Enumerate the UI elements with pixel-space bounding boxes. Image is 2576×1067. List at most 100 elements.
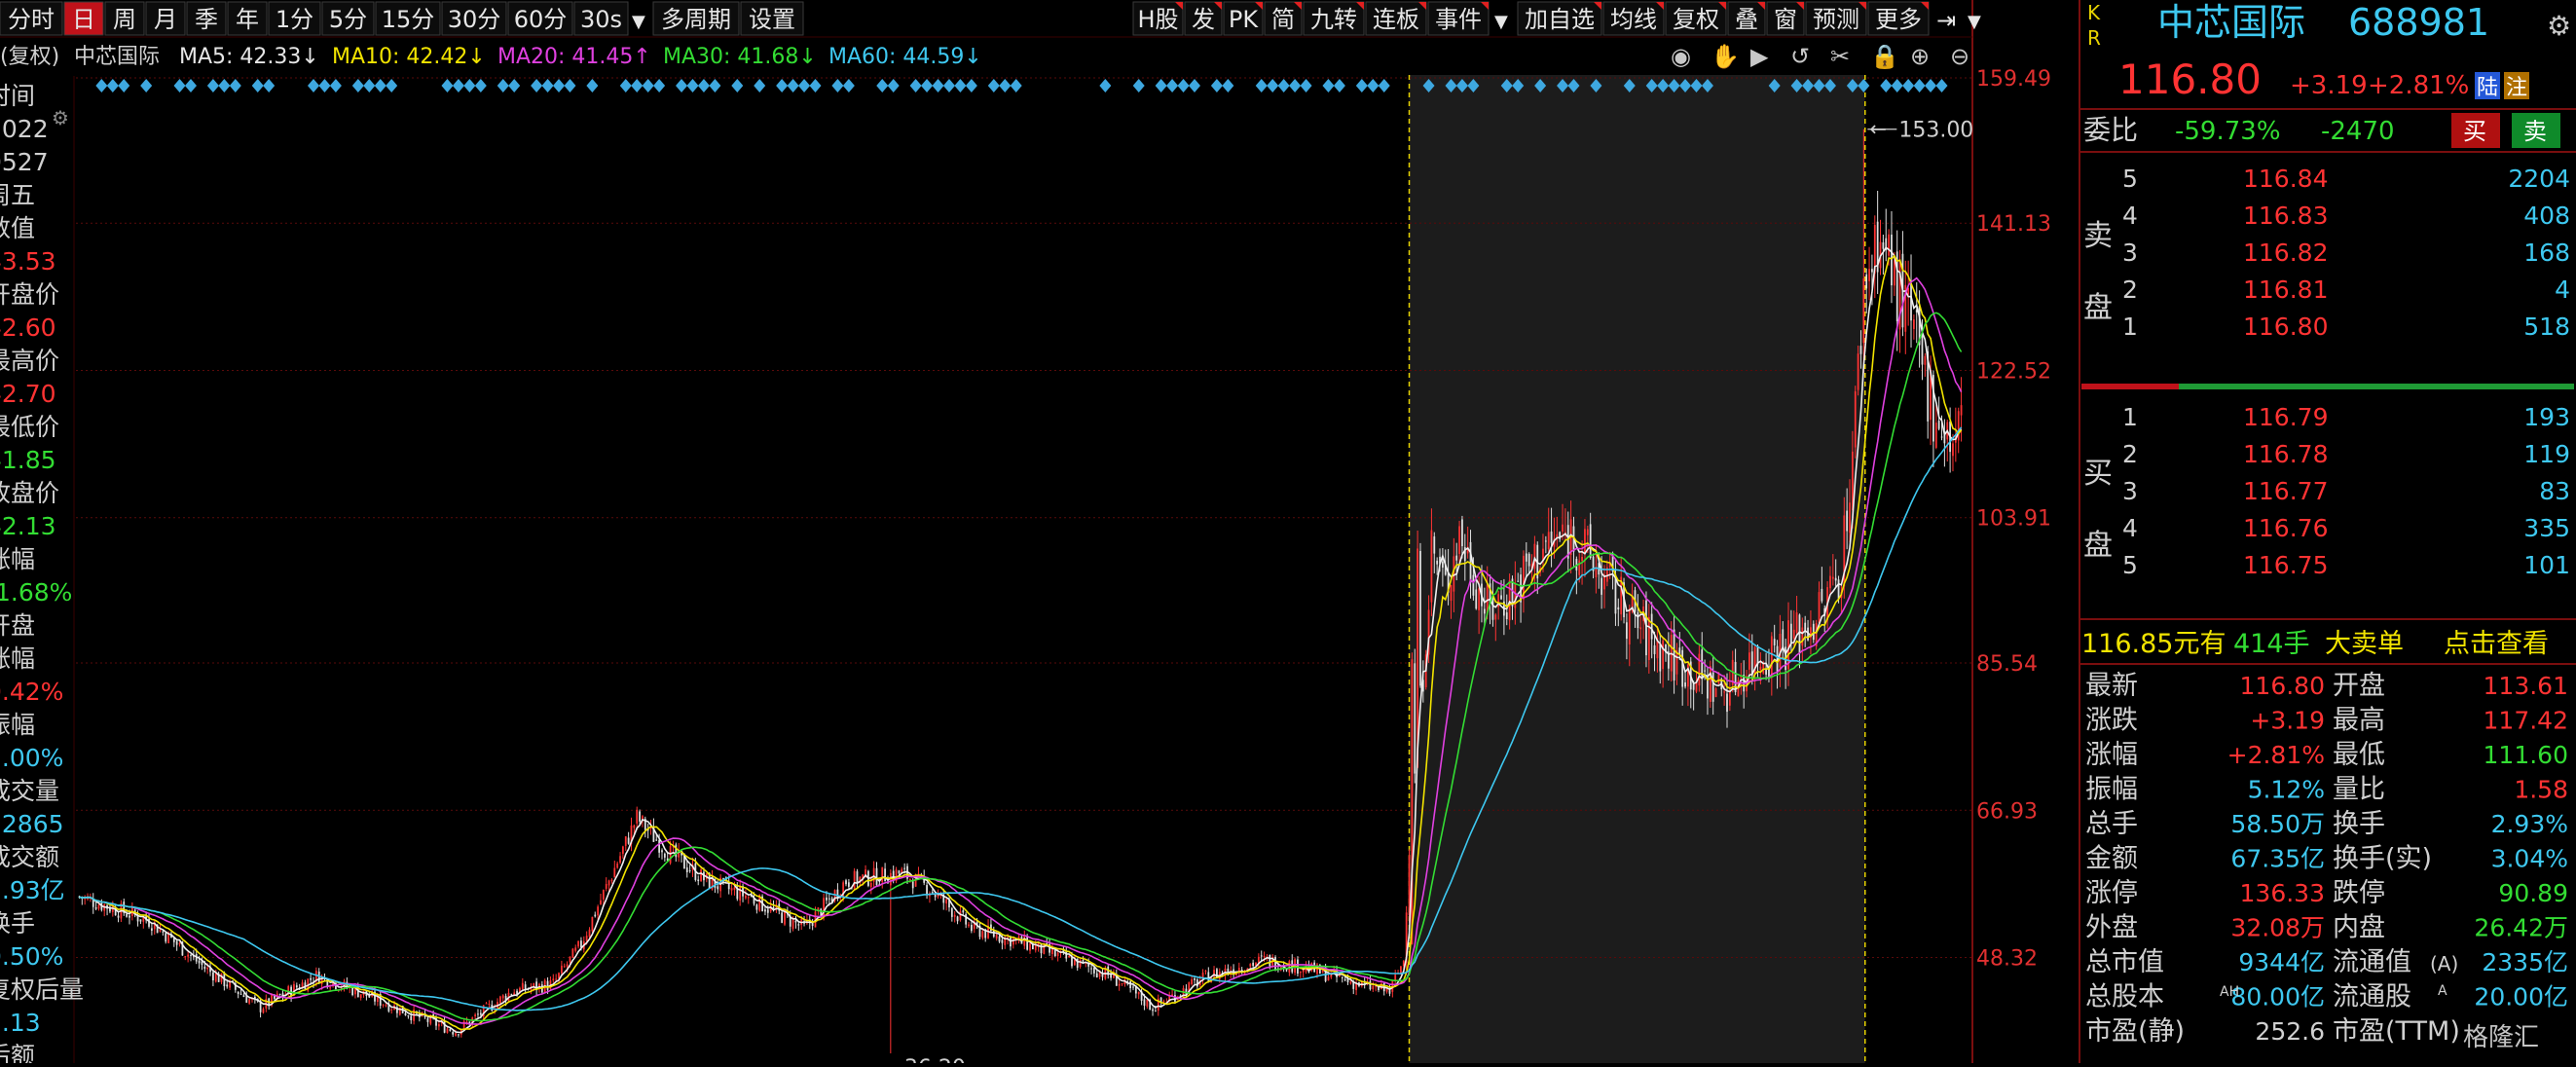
period-tab-周[interactable]: 周	[104, 1, 145, 36]
gear-icon[interactable]: ⚙	[52, 106, 69, 129]
ma-legend-2[interactable]: MA20: 41.45↑	[497, 45, 651, 69]
event-marker[interactable]	[363, 79, 376, 92]
ask-price[interactable]: 116.80	[2243, 313, 2328, 341]
event-marker[interactable]	[909, 79, 922, 92]
event-marker[interactable]	[318, 79, 331, 92]
event-marker[interactable]	[1289, 79, 1302, 92]
buy-button[interactable]: 买	[2463, 118, 2486, 145]
event-marker[interactable]	[441, 79, 454, 92]
event-marker[interactable]	[351, 79, 364, 92]
event-marker[interactable]	[329, 79, 342, 92]
event-marker[interactable]	[798, 79, 811, 92]
event-marker[interactable]	[686, 79, 699, 92]
chevron-down-icon[interactable]: ▼	[1968, 12, 1981, 32]
ma-legend-0[interactable]: MA5: 42.33↓	[179, 45, 319, 69]
event-marker[interactable]	[1210, 79, 1223, 92]
event-marker[interactable]	[809, 79, 822, 92]
event-marker[interactable]	[1880, 79, 1893, 92]
hand-icon[interactable]: ✋	[1711, 43, 1740, 70]
event-marker[interactable]	[1322, 79, 1335, 92]
bid-price[interactable]: 116.75	[2243, 551, 2328, 579]
period-tab-60分[interactable]: 60分	[507, 1, 573, 36]
chevron-down-icon[interactable]: ▼	[632, 12, 645, 32]
event-marker[interactable]	[173, 79, 186, 92]
event-marker[interactable]	[999, 79, 1012, 92]
undo-icon[interactable]: ↺	[1790, 43, 1810, 70]
event-marker[interactable]	[842, 79, 855, 92]
event-marker[interactable]	[709, 79, 721, 92]
event-marker[interactable]	[95, 79, 108, 92]
toolbar-button-发[interactable]: 发	[1184, 1, 1223, 36]
event-marker[interactable]	[1333, 79, 1345, 92]
selected-range-shade[interactable]	[1409, 75, 1865, 1063]
big-order-link[interactable]: 点击查看	[2444, 629, 2549, 659]
scissors-icon[interactable]: ✂	[1830, 43, 1850, 70]
event-marker[interactable]	[1355, 79, 1368, 92]
period-tab-30分[interactable]: 30分	[441, 1, 507, 36]
event-marker[interactable]	[1378, 79, 1390, 92]
period-tab-多周期[interactable]: 多周期	[652, 1, 740, 36]
event-marker[interactable]	[374, 79, 386, 92]
sell-button[interactable]: 卖	[2523, 118, 2547, 145]
event-marker[interactable]	[586, 79, 599, 92]
period-tab-1分[interactable]: 1分	[268, 1, 321, 36]
event-marker[interactable]	[140, 79, 153, 92]
event-marker[interactable]	[642, 79, 654, 92]
event-marker[interactable]	[876, 79, 889, 92]
event-marker[interactable]	[263, 79, 276, 92]
event-marker[interactable]	[463, 79, 476, 92]
toolbar-button-更多[interactable]: 更多	[1867, 1, 1930, 36]
event-marker[interactable]	[942, 79, 955, 92]
tag-lu[interactable]: 陆	[2477, 76, 2498, 100]
tag-zhu[interactable]: 注	[2506, 76, 2527, 100]
eye-icon[interactable]: ◉	[1671, 43, 1691, 70]
event-marker[interactable]	[508, 79, 521, 92]
toolbar-button-加自选[interactable]: 加自选	[1517, 1, 1602, 36]
event-marker[interactable]	[184, 79, 197, 92]
event-marker[interactable]	[1902, 79, 1915, 92]
toolbar-button-简[interactable]: 简	[1264, 1, 1303, 36]
event-marker[interactable]	[954, 79, 967, 92]
toolbar-button-叠[interactable]: 叠	[1727, 1, 1766, 36]
play-icon[interactable]: ▶	[1750, 43, 1769, 70]
period-tab-日[interactable]: 日	[63, 1, 104, 36]
event-marker[interactable]	[452, 79, 464, 92]
event-marker[interactable]	[1277, 79, 1290, 92]
event-marker[interactable]	[218, 79, 231, 92]
ask-price[interactable]: 116.81	[2243, 276, 2328, 304]
event-marker[interactable]	[676, 79, 688, 92]
event-marker[interactable]	[308, 79, 319, 92]
event-marker[interactable]	[1155, 79, 1167, 92]
event-marker[interactable]	[1367, 79, 1380, 92]
event-marker[interactable]	[1255, 79, 1268, 92]
event-marker[interactable]	[932, 79, 944, 92]
event-marker[interactable]	[1913, 79, 1926, 92]
event-marker[interactable]	[921, 79, 934, 92]
period-tab-5分[interactable]: 5分	[321, 1, 375, 36]
event-marker[interactable]	[965, 79, 977, 92]
event-marker[interactable]	[1891, 79, 1903, 92]
toolbar-button-事件[interactable]: 事件	[1427, 1, 1490, 36]
event-marker[interactable]	[497, 79, 509, 92]
event-marker[interactable]	[1166, 79, 1179, 92]
event-marker[interactable]	[106, 79, 119, 92]
event-marker[interactable]	[1300, 79, 1312, 92]
event-marker[interactable]	[987, 79, 1000, 92]
event-marker[interactable]	[831, 79, 844, 92]
event-marker[interactable]	[731, 79, 744, 92]
zoom-in-icon[interactable]: ⊕	[1910, 43, 1930, 70]
event-marker[interactable]	[206, 79, 219, 92]
event-marker[interactable]	[619, 79, 632, 92]
event-marker[interactable]	[631, 79, 644, 92]
ask-price[interactable]: 116.83	[2243, 202, 2328, 230]
ask-price[interactable]: 116.82	[2243, 239, 2328, 267]
event-marker[interactable]	[1099, 79, 1112, 92]
event-marker[interactable]	[776, 79, 789, 92]
event-marker[interactable]	[1188, 79, 1200, 92]
toolbar-button-PK[interactable]: PK	[1223, 1, 1264, 36]
event-marker[interactable]	[564, 79, 576, 92]
event-marker[interactable]	[653, 79, 666, 92]
toolbar-button-H股[interactable]: H股	[1132, 1, 1184, 36]
period-tab-分时[interactable]: 分时	[0, 1, 63, 36]
period-tab-30s[interactable]: 30s ▼	[573, 1, 645, 36]
